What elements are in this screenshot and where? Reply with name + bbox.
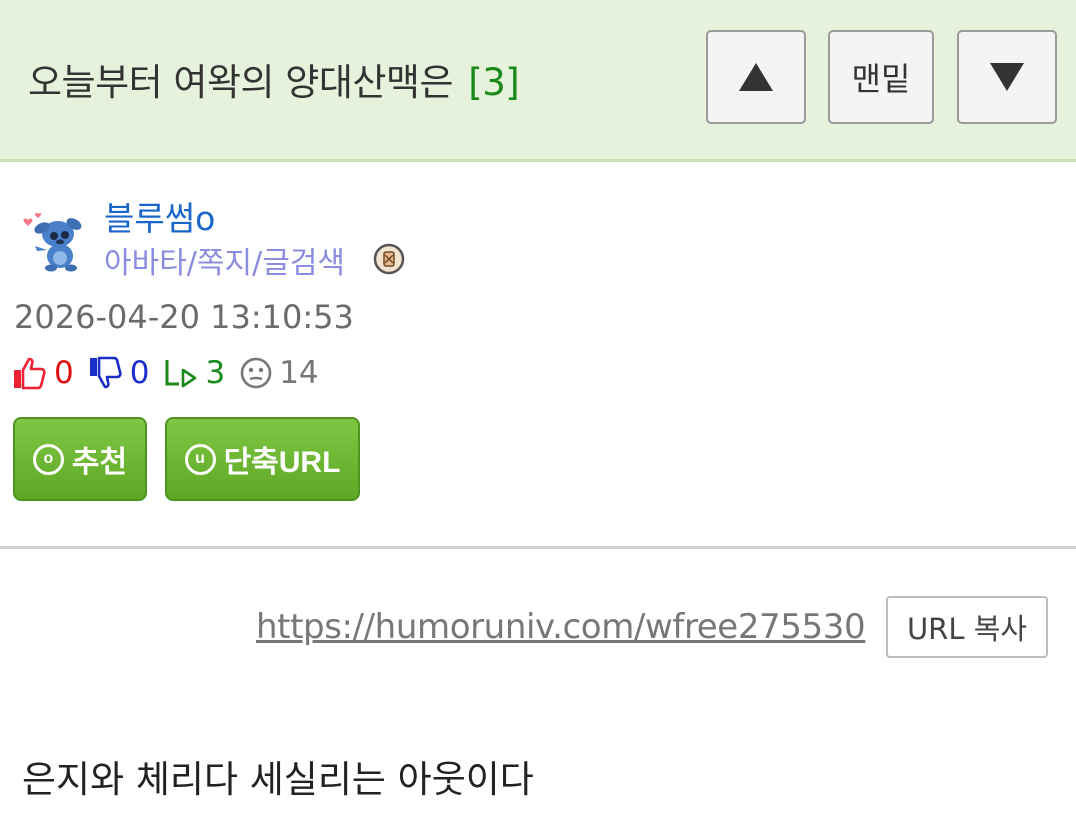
triangle-down-icon [990,63,1024,91]
author-name[interactable]: 블루썸o [104,192,215,240]
title-text: 오늘부터 여왁의 양대산맥은 [28,61,454,104]
copy-url-button[interactable]: URL 복사 [886,596,1048,658]
header-bar: 오늘부터 여왁의 양대산맥은 [3] 맨밑 [0,0,1076,162]
user-avatar-icon[interactable] [18,208,86,274]
view-count: 14 [279,355,319,391]
go-bottom-button[interactable]: 맨밑 [828,30,934,124]
scroll-down-button[interactable] [957,30,1057,124]
triangle-up-icon [739,63,773,91]
views-stat: 14 [239,355,319,391]
go-bottom-label: 맨밑 [851,60,911,98]
reply-arrow-icon [165,360,197,388]
recommend-label: 추천 [71,446,128,479]
short-url-link[interactable]: https://humoruniv.com/wfree275530 [256,607,866,647]
face-icon [240,357,272,389]
thumbs-up-icon [14,357,46,390]
like-count: 0 [54,355,74,391]
reply-count-stat: 3 [205,355,226,391]
copy-url-label: URL 복사 [906,612,1028,646]
post-stats: 0 0 3 14 [12,352,333,394]
level-badge-icon [373,243,405,275]
reply-stat: 3 [163,355,225,391]
post-datetime: 2026-04-20 13:10:53 [14,298,354,336]
thumbs-down-icon [89,356,122,389]
post-title: 오늘부터 여왁의 양대산맥은 [3] [28,52,520,106]
dislike-stat: 0 [88,355,150,391]
post-body-text: 은지와 체리다 세실리는 아웃이다 [22,758,534,801]
section-divider [0,546,1076,549]
url-circle-icon: u [184,443,216,475]
reply-count: [3] [468,61,520,104]
short-url-button[interactable]: u 단축URL [165,417,360,501]
recommend-button[interactable]: o 추천 [13,417,147,501]
dislike-count: 0 [129,355,150,391]
like-stat: 0 [12,355,74,391]
author-menu-link[interactable]: 아바타/쪽지/글검색 [104,238,345,282]
short-url-label: 단축URL [223,446,341,479]
scroll-up-button[interactable] [706,30,806,124]
recommend-circle-icon: o [32,443,64,475]
